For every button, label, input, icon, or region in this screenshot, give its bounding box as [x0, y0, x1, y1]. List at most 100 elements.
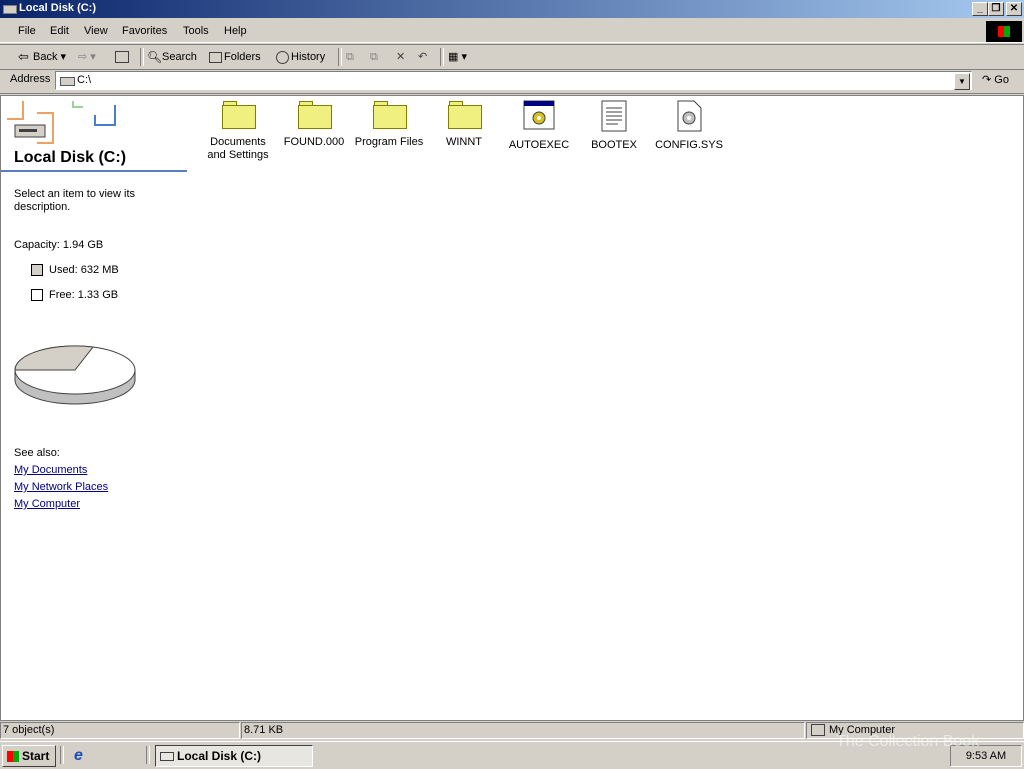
toolbar-separator	[338, 48, 342, 66]
drive-banner-graphic	[7, 101, 116, 144]
delete-button[interactable]: ✕	[396, 49, 405, 65]
free-legend: Free: 1.33 GB	[31, 289, 119, 302]
file-label: BOOTEX	[591, 139, 637, 151]
file-item-documents-and-settings[interactable]: Documents and Settings	[201, 100, 275, 162]
text-file-icon	[601, 100, 627, 132]
file-item-bootex[interactable]: BOOTEX	[577, 100, 651, 152]
menu-favorites[interactable]: Favorites	[122, 25, 167, 37]
address-value: C:\	[77, 74, 92, 86]
internet-explorer-icon[interactable]: e	[74, 747, 83, 765]
views-button[interactable]: ▦ ▾	[448, 49, 467, 65]
menu-edit[interactable]: Edit	[50, 25, 69, 37]
toolbar-separator	[140, 48, 144, 66]
capacity-label: Capacity: 1.94 GB	[14, 239, 104, 251]
used-label: Used: 632 MB	[49, 264, 119, 276]
close-button[interactable]: ✕	[1006, 2, 1022, 16]
disk-usage-pie-chart	[14, 345, 136, 405]
folders-icon	[209, 51, 222, 63]
history-icon	[276, 50, 289, 64]
search-label: Search	[162, 51, 197, 63]
file-label: Documents and Settings	[207, 136, 269, 161]
used-legend: Used: 632 MB	[31, 264, 119, 277]
title-bar[interactable]: Local Disk (C:) _ ❐ ✕	[0, 0, 1024, 18]
see-also-label: See also:	[14, 447, 60, 459]
copy-to-icon: ⧉	[370, 51, 378, 63]
batch-file-icon	[523, 100, 555, 130]
link-my-documents[interactable]: My Documents	[14, 464, 87, 476]
panel-title: Local Disk (C:)	[14, 149, 127, 166]
delete-icon: ✕	[396, 51, 406, 63]
minimize-button[interactable]: _	[972, 2, 988, 16]
panel-description: Select an item to view its description.	[14, 188, 136, 213]
watermark: The Collection Book	[836, 733, 980, 750]
move-to-icon: ⧉	[346, 51, 354, 63]
file-label: FOUND.000	[283, 136, 345, 148]
copy-to-button[interactable]: ⧉	[370, 49, 378, 65]
address-bar: Address C:\ ▼ ↷ Go	[0, 69, 1024, 94]
file-label: AUTOEXEC	[508, 139, 570, 151]
file-item-found-000[interactable]: FOUND.000	[277, 100, 351, 149]
status-size: 8.71 KB	[241, 722, 805, 739]
used-swatch	[31, 264, 43, 277]
menu-view[interactable]: View	[84, 25, 108, 37]
folders-label: Folders	[224, 51, 261, 63]
views-grid-icon: ▦	[448, 51, 459, 63]
folder-icon	[222, 100, 256, 129]
start-button[interactable]: Start	[2, 745, 56, 767]
folder-icon	[448, 100, 482, 129]
window-title: Local Disk (C:)	[19, 2, 97, 14]
search-button[interactable]: 🔍︎Search	[147, 49, 197, 65]
forward-button[interactable]: ⇨ ▾	[78, 49, 96, 65]
status-object-count: 7 object(s)	[0, 722, 240, 739]
file-item-config-sys[interactable]: CONFIG.SYS	[652, 100, 726, 152]
drive-icon	[160, 752, 174, 762]
file-item-winnt[interactable]: WINNT	[427, 100, 501, 149]
start-label: Start	[22, 749, 50, 763]
content-area: Local Disk (C:) Select an item to view i…	[0, 95, 1024, 721]
menu-help[interactable]: Help	[224, 25, 247, 37]
menu-tools[interactable]: Tools	[183, 25, 209, 37]
file-item-autoexec[interactable]: AUTOEXEC	[502, 100, 576, 152]
address-input[interactable]: C:\ ▼	[55, 71, 972, 90]
back-button[interactable]: ⇦ Back ▾	[18, 49, 66, 65]
menu-bar: File Edit View Favorites Tools Help	[0, 20, 1024, 43]
move-to-button[interactable]: ⧉	[346, 49, 354, 65]
history-button[interactable]: History	[276, 49, 325, 65]
web-view-panel: Local Disk (C:) Select an item to view i…	[1, 96, 187, 720]
folder-icon	[373, 100, 407, 129]
link-my-network-places[interactable]: My Network Places	[14, 481, 108, 493]
go-button[interactable]: ↷ Go	[982, 73, 1009, 86]
standard-toolbar: ⇦ Back ▾ ⇨ ▾ 🔍︎Search Folders History ⧉ ⧉…	[0, 44, 1024, 70]
taskbar-window-label: Local Disk (C:)	[177, 749, 262, 763]
drive-icon	[3, 5, 17, 14]
file-label: CONFIG.SYS	[655, 139, 723, 151]
folder-icon	[298, 100, 332, 129]
drive-icon	[60, 77, 75, 86]
menu-file[interactable]: File	[18, 25, 36, 37]
file-label: WINNT	[445, 136, 483, 148]
search-icon: 🔍︎	[147, 50, 163, 65]
restore-button[interactable]: ❐	[988, 2, 1004, 16]
up-folder-icon	[115, 51, 129, 64]
taskbar-window-button[interactable]: Local Disk (C:)	[155, 745, 313, 767]
computer-icon	[811, 724, 825, 737]
free-label: Free: 1.33 GB	[49, 289, 119, 301]
free-swatch	[31, 289, 43, 302]
folders-button[interactable]: Folders	[209, 49, 261, 65]
title-underline	[1, 170, 187, 172]
quick-launch-separator	[60, 746, 64, 764]
back-label: Back	[33, 51, 58, 63]
history-label: History	[291, 51, 326, 63]
undo-button[interactable]: ↶	[418, 49, 427, 65]
windows-flag-icon	[7, 751, 19, 763]
link-my-computer[interactable]: My Computer	[14, 498, 80, 510]
back-arrow-icon: ⇦	[18, 49, 29, 65]
address-dropdown-button[interactable]: ▼	[954, 73, 970, 90]
undo-icon: ↶	[418, 51, 428, 63]
file-item-program-files[interactable]: Program Files	[352, 100, 426, 149]
go-arrow-icon: ↷	[982, 74, 992, 86]
system-file-icon	[677, 100, 702, 132]
up-folder-button[interactable]	[115, 49, 131, 65]
file-label: Program Files	[354, 136, 424, 148]
windows-logo-icon	[986, 21, 1022, 42]
